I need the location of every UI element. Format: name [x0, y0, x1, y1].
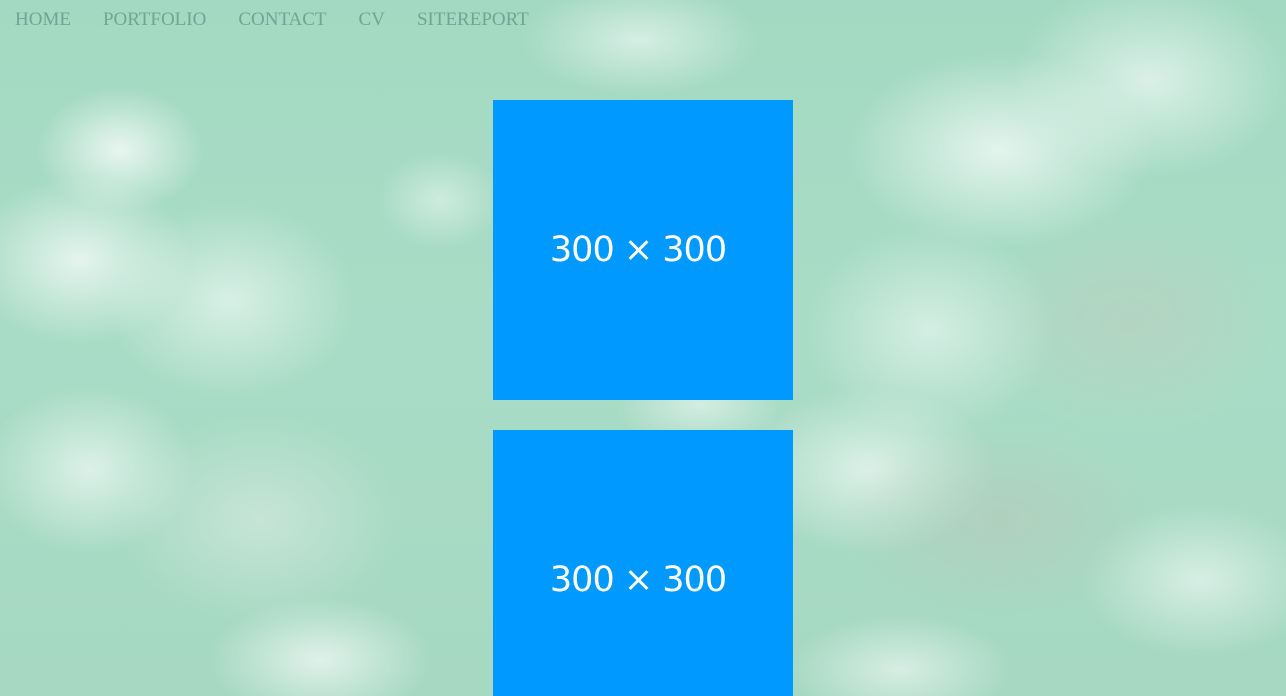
placeholder-image[interactable]: 300 × 300	[493, 100, 793, 400]
nav-link-portfolio[interactable]: PORTFOLIO	[103, 0, 206, 40]
placeholder-image-label: 300 × 300	[549, 560, 727, 600]
placeholder-image[interactable]: 300 × 300	[493, 430, 793, 696]
nav-link-contact[interactable]: CONTACT	[238, 0, 326, 40]
placeholder-image-label: 300 × 300	[549, 230, 727, 270]
nav-link-home[interactable]: HOME	[15, 0, 71, 40]
nav-link-sitereport[interactable]: SITEREPORT	[417, 0, 529, 40]
top-navigation: HOME PORTFOLIO CONTACT CV SITEREPORT	[0, 0, 1286, 40]
nav-link-cv[interactable]: CV	[359, 0, 385, 40]
